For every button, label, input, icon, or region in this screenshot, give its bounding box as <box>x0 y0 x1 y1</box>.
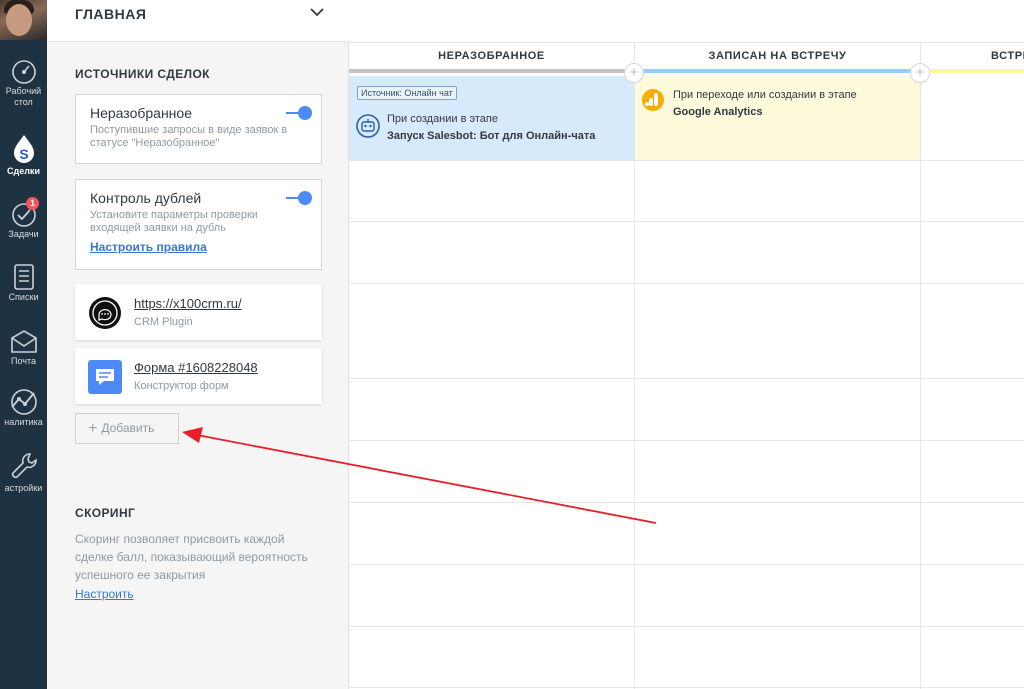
row-divider <box>349 378 1024 379</box>
column-divider <box>920 42 921 689</box>
tasks-badge: 1 <box>26 197 39 210</box>
unsorted-name: Неразобранное <box>90 105 192 121</box>
row-divider <box>349 160 1024 161</box>
nav-item-dashboard[interactable]: Рабочий стол <box>0 58 47 108</box>
duplicates-toggle[interactable] <box>286 191 312 205</box>
integration-card-form[interactable]: Форма #1608228048 Конструктор форм <box>75 348 322 404</box>
plus-icon: + <box>88 420 98 437</box>
left-nav: Рабочий стол S Сделки 1 Задачи Списки По… <box>0 0 47 689</box>
nav-item-lists[interactable]: Списки <box>0 262 47 303</box>
row-divider <box>349 283 1024 284</box>
svg-text:S: S <box>19 146 28 162</box>
row-divider <box>349 564 1024 565</box>
panel-title: ГЛАВНАЯ <box>75 6 147 22</box>
configure-rules-link[interactable]: Настроить правила <box>90 240 207 254</box>
settings-icon <box>11 453 37 479</box>
pipeline-board: НЕРАЗОБРАННОЕ ЗАПИСАН НА ВСТРЕЧУ ВСТРЕ И… <box>349 0 1024 689</box>
nav-item-analytics[interactable]: налитика <box>0 387 47 428</box>
integration-card-x100crm[interactable]: https://x100crm.ru/ CRM Plugin <box>75 284 322 340</box>
nav-item-settings[interactable]: астройки <box>0 451 47 494</box>
scoring-desc: Скоринг позволяет присвоить каждой сделк… <box>75 532 308 582</box>
google-analytics-icon <box>642 89 664 111</box>
duplicates-name: Контроль дублей <box>90 190 202 206</box>
duplicates-card: Контроль дублей Установите параметры про… <box>75 179 322 270</box>
google-analytics-trigger[interactable]: При переходе или создании в этапе Google… <box>635 76 920 160</box>
integration-title[interactable]: Форма #1608228048 <box>134 360 258 375</box>
scoring-configure-link[interactable]: Настроить <box>75 587 134 601</box>
row-divider <box>349 221 1024 222</box>
nav-label: Списки <box>8 292 39 302</box>
column-color-bar <box>921 69 1024 73</box>
duplicates-desc: Установите параметры проверки входящей з… <box>90 209 258 234</box>
lists-icon <box>13 264 34 290</box>
column-color-bar <box>349 69 634 73</box>
form-chat-icon <box>88 360 122 394</box>
analytics-icon <box>10 389 37 415</box>
nav-label: Почта <box>11 356 36 366</box>
robot-icon <box>356 114 380 138</box>
nav-label: Рабочий <box>5 86 42 96</box>
add-stage-button[interactable]: + <box>910 63 930 83</box>
add-source-button[interactable]: + Добавить <box>75 413 179 444</box>
row-divider <box>349 626 1024 627</box>
nav-label: Задачи <box>8 229 39 239</box>
column-header-third[interactable]: ВСТРЕ <box>921 42 1024 73</box>
unsorted-desc: Поступившие запросы в виде заявок в стат… <box>90 124 288 149</box>
nav-label: Сделки <box>7 166 40 176</box>
column-header-meeting[interactable]: ЗАПИСАН НА ВСТРЕЧУ <box>635 42 920 73</box>
chevron-down-icon[interactable] <box>309 6 325 18</box>
column-title: ВСТРЕ <box>991 50 1024 62</box>
row-divider <box>349 502 1024 503</box>
row-divider <box>349 687 1024 688</box>
unsorted-toggle[interactable] <box>286 106 312 120</box>
sources-panel: ГЛАВНАЯ ИСТОЧНИКИ СДЕЛОК Неразобранное П… <box>47 0 349 689</box>
column-title: ЗАПИСАН НА ВСТРЕЧУ <box>708 50 847 62</box>
row-divider <box>349 440 1024 441</box>
column-header-unsorted[interactable]: НЕРАЗОБРАННОЕ <box>349 42 634 73</box>
nav-item-deals[interactable]: S Сделки <box>0 134 47 177</box>
nav-label: стол <box>14 97 33 107</box>
trigger-action: Запуск Salesbot: Бот для Онлайн-чата <box>387 130 596 142</box>
row-divider <box>349 42 1024 43</box>
deals-icon: S <box>13 135 34 163</box>
salesbot-trigger[interactable]: Источник: Онлайн чат При создании в этап… <box>349 76 634 160</box>
integration-subtitle: Конструктор форм <box>134 380 229 392</box>
dashboard-icon <box>11 60 36 84</box>
mail-icon <box>10 330 37 353</box>
nav-label: налитика <box>4 417 43 427</box>
unsorted-card: Неразобранное Поступившие запросы в виде… <box>75 94 322 164</box>
source-tag: Источник: Онлайн чат <box>357 86 457 100</box>
trigger-condition: При создании в этапе <box>387 113 498 125</box>
trigger-action: Google Analytics <box>673 106 763 118</box>
integration-subtitle: CRM Plugin <box>134 316 193 328</box>
integration-title[interactable]: https://x100crm.ru/ <box>134 296 242 311</box>
column-color-bar <box>635 69 920 73</box>
add-stage-button[interactable]: + <box>624 63 644 83</box>
panel-header: ГЛАВНАЯ <box>47 0 349 42</box>
column-title: НЕРАЗОБРАННОЕ <box>438 50 545 62</box>
trigger-condition: При переходе или создании в этапе <box>673 89 857 101</box>
nav-item-tasks[interactable]: 1 Задачи <box>0 197 47 240</box>
avatar[interactable] <box>0 0 47 40</box>
sources-title: ИСТОЧНИКИ СДЕЛОК <box>75 67 210 81</box>
nav-item-mail[interactable]: Почта <box>0 328 47 367</box>
add-button-label: Добавить <box>101 421 155 435</box>
scoring-title: СКОРИНГ <box>75 506 136 520</box>
nav-label: астройки <box>4 483 43 493</box>
chat-plugin-icon <box>89 297 121 329</box>
